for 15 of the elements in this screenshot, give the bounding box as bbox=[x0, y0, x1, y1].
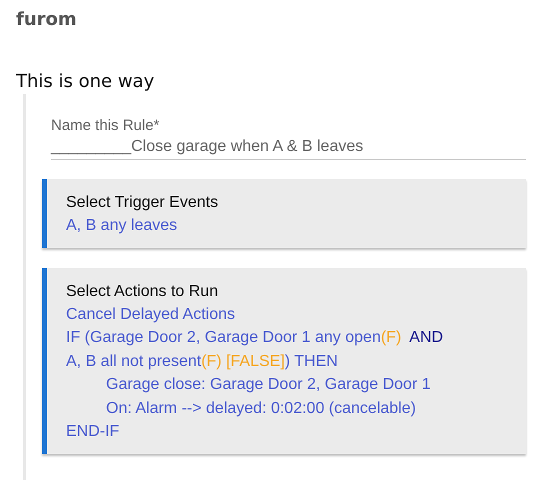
post-text: This is one way bbox=[16, 70, 156, 94]
rule-line: A, B all not present(F) [FALSE]) THEN bbox=[66, 352, 339, 372]
rule-line: A, B any leaves bbox=[66, 216, 178, 236]
rule-section-card[interactable]: Select Trigger Events A, B any leaves bbox=[42, 179, 526, 248]
field-label: Name this Rule* bbox=[51, 116, 160, 136]
section-title: Select Actions to Run bbox=[66, 282, 220, 302]
rule-line: On: Alarm --> delayed: 0:02:00 (cancelable) bbox=[105, 398, 417, 418]
rule-line: IF (Garage Door 2, Garage Door 1 any open(F) AND bbox=[66, 328, 444, 348]
rule-name-field[interactable]: _________Close garage when A & B leaves bbox=[51, 136, 526, 160]
username[interactable]: furom bbox=[16, 0, 541, 32]
rule-line: Cancel Delayed Actions bbox=[66, 304, 236, 324]
rule-line: Garage close: Garage Door 2, Garage Door 1 bbox=[105, 375, 432, 395]
rule-section-card[interactable] bbox=[42, 268, 526, 454]
section-title: Select Trigger Events bbox=[66, 193, 220, 213]
rule-line: END-IF bbox=[66, 422, 120, 442]
